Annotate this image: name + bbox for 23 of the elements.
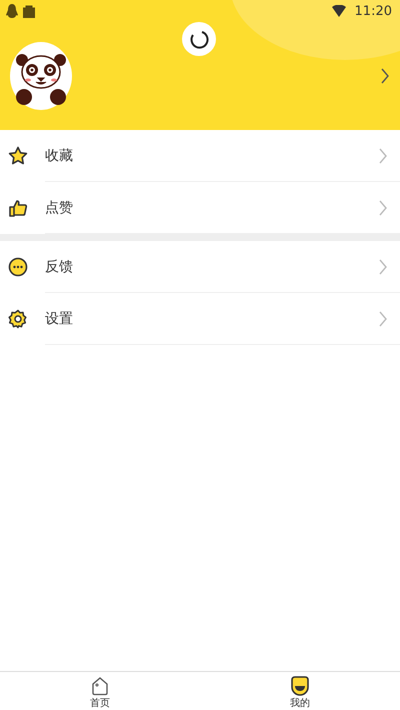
star-icon <box>8 146 28 166</box>
nav-tab[interactable]: 我的 <box>200 672 400 710</box>
loading-icon <box>182 22 216 56</box>
thumbs-up-icon <box>8 198 28 218</box>
bag-icon <box>23 4 35 18</box>
nav-tab[interactable]: 首页 <box>0 672 200 710</box>
chevron-right-icon[interactable] <box>380 67 390 85</box>
clock-time: 11:20 <box>354 4 392 18</box>
menu-item[interactable]: 收藏 <box>0 130 400 182</box>
penguin-icon <box>6 4 18 18</box>
more-icon <box>8 257 28 277</box>
chevron-right-icon <box>378 310 388 328</box>
wifi-icon <box>332 5 346 17</box>
home-icon <box>90 676 110 696</box>
chevron-right-icon <box>378 258 388 276</box>
panda-avatar[interactable] <box>10 42 72 110</box>
settings-icon <box>8 309 28 329</box>
menu-item[interactable]: 点赞 <box>0 182 400 234</box>
chevron-right-icon <box>378 199 388 217</box>
menu-item[interactable]: 反馈 <box>0 241 400 293</box>
menu-item[interactable]: 设置 <box>0 293 400 345</box>
chevron-right-icon <box>378 147 388 165</box>
smiley-icon <box>290 676 310 696</box>
